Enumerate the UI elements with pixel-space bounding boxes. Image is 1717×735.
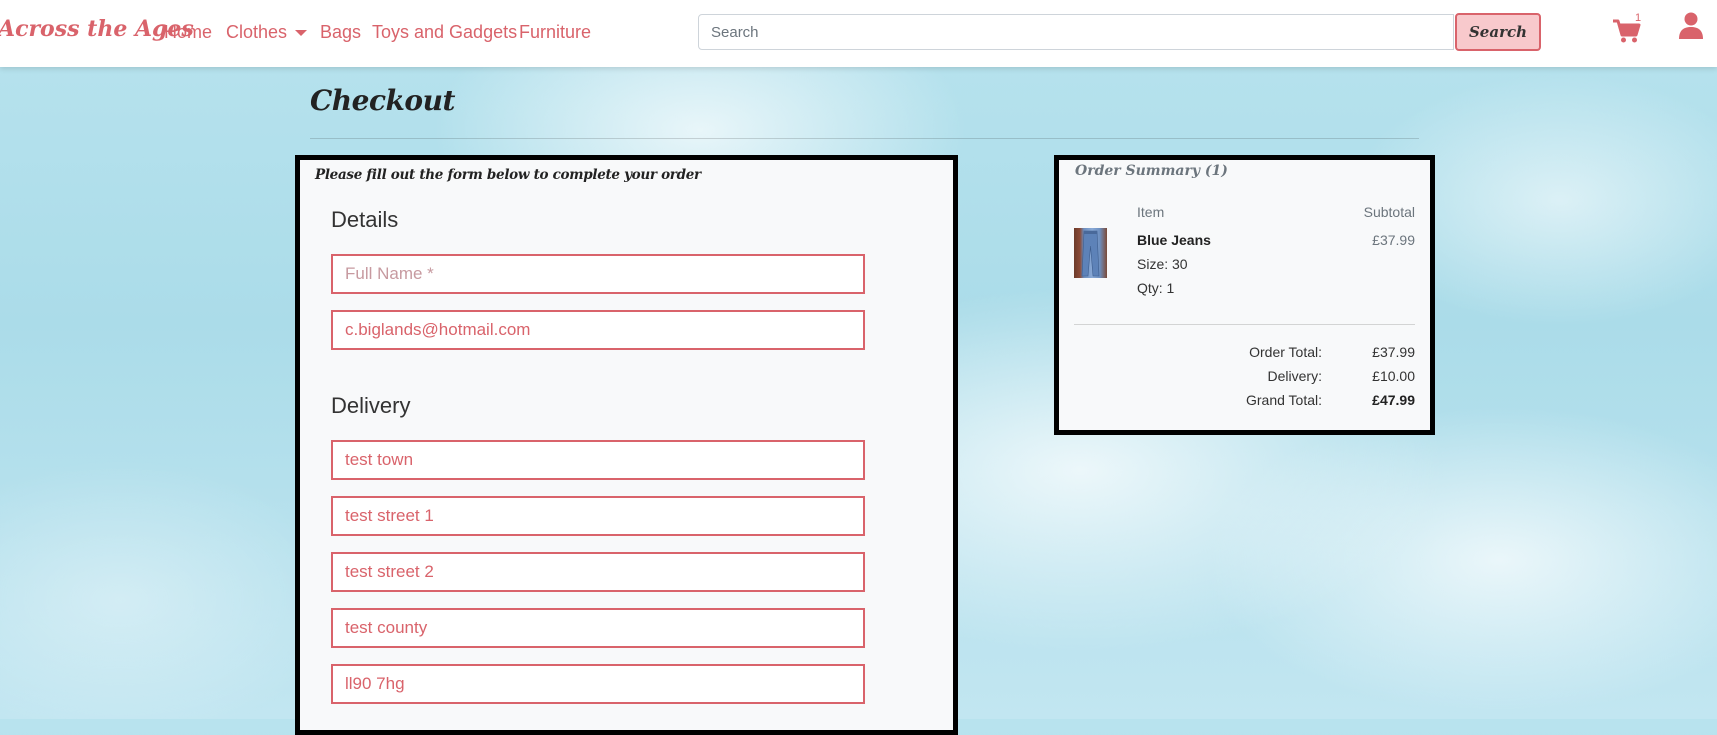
county-field[interactable] xyxy=(331,608,865,648)
street-address-2-field[interactable] xyxy=(331,552,865,592)
town-field[interactable] xyxy=(331,440,865,480)
jeans-image-icon xyxy=(1081,230,1100,277)
form-intro-text: Please fill out the form below to comple… xyxy=(315,167,701,183)
cart-count-badge: 1 xyxy=(1635,12,1642,24)
item-column-header: Item xyxy=(1137,204,1165,220)
nav-bags[interactable]: Bags xyxy=(320,22,361,43)
product-size: Size: 30 xyxy=(1137,256,1188,272)
product-subtotal: £37.99 xyxy=(1372,232,1415,248)
nav-clothes-dropdown[interactable]: Clothes xyxy=(226,22,308,43)
nav-toys-and-gadgets[interactable]: Toys and Gadgets xyxy=(372,22,517,43)
postcode-field[interactable] xyxy=(331,664,865,704)
grand-total-label: Grand Total: xyxy=(1245,392,1322,408)
street-address-1-field[interactable] xyxy=(331,496,865,536)
page-title: Checkout xyxy=(310,84,455,117)
summary-divider xyxy=(1074,324,1415,325)
order-summary-title: Order Summary (1) xyxy=(1075,163,1228,179)
product-name: Blue Jeans xyxy=(1137,232,1211,248)
caret-down-icon xyxy=(295,30,308,37)
user-icon[interactable] xyxy=(1679,12,1703,40)
navbar: Across the Ages Home Clothes Bags Toys a… xyxy=(0,0,1717,67)
search-button[interactable]: Search xyxy=(1455,13,1541,51)
grand-total-value: £47.99 xyxy=(1372,392,1415,408)
delivery-value: £10.00 xyxy=(1372,368,1415,384)
order-total-label: Order Total: xyxy=(1249,344,1322,360)
delivery-label: Delivery: xyxy=(1267,368,1322,384)
full-name-field[interactable] xyxy=(331,254,865,294)
nav-furniture[interactable]: Furniture xyxy=(519,22,591,43)
details-heading: Details xyxy=(331,207,399,232)
nav-clothes-label: Clothes xyxy=(226,22,288,42)
product-thumbnail[interactable] xyxy=(1074,228,1107,278)
search-input[interactable] xyxy=(698,14,1454,50)
subtotal-column-header: Subtotal xyxy=(1363,204,1415,220)
nav-home[interactable]: Home xyxy=(164,22,212,43)
divider xyxy=(310,138,1419,139)
email-field[interactable] xyxy=(331,310,865,350)
delivery-heading: Delivery xyxy=(331,393,411,418)
order-total-value: £37.99 xyxy=(1372,344,1415,360)
product-qty: Qty: 1 xyxy=(1137,280,1175,296)
